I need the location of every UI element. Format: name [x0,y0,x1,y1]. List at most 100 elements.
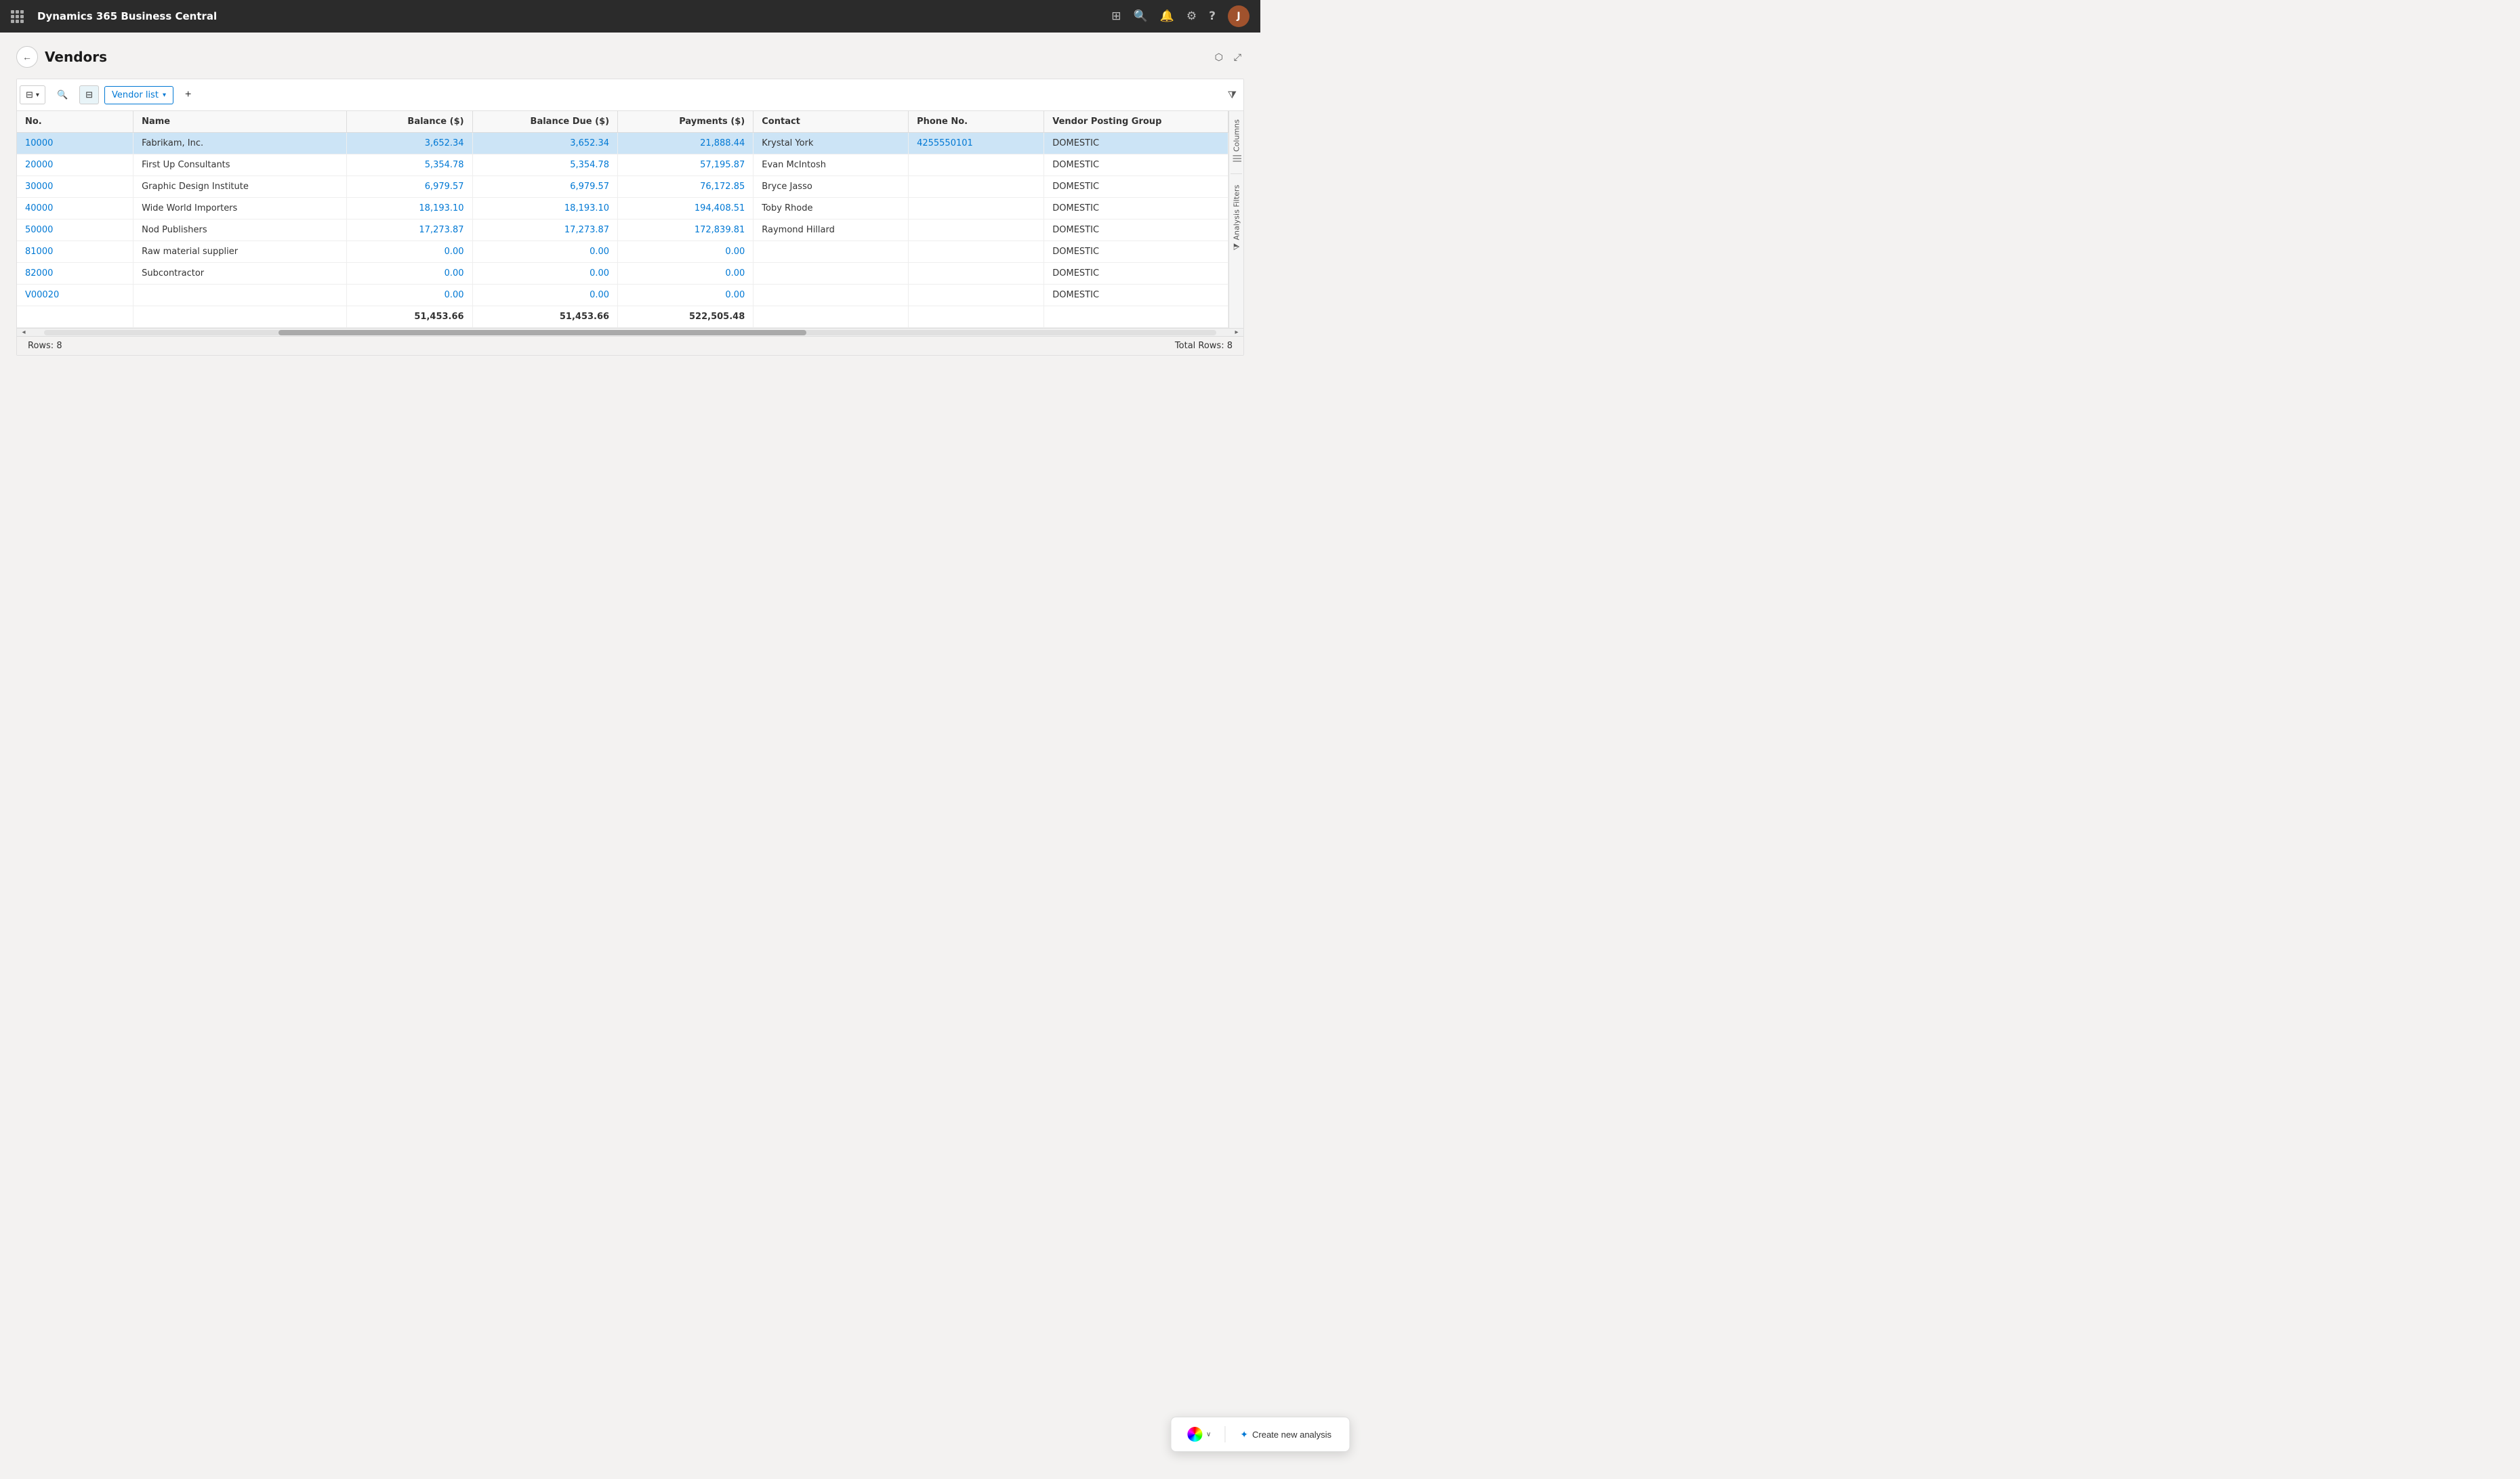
table-row[interactable]: 81000Raw material supplier0.000.000.00DO… [17,241,1228,263]
cell-no[interactable]: 81000 [17,241,133,263]
page-container: ← Vendors ⬡ ⤢ ⊟ ▾ 🔍 ⊟ Vendor list ▾ [0,33,1260,1479]
total-empty-vpg [1044,306,1228,328]
cell-payments[interactable]: 172,839.81 [618,220,753,241]
col-header-vendor-posting[interactable]: Vendor Posting Group [1044,111,1228,133]
cell-phone[interactable]: 4255550101 [909,133,1044,154]
table-row[interactable]: 50000Nod Publishers17,273.8717,273.87172… [17,220,1228,241]
scroll-track[interactable] [44,330,1216,335]
cell-no[interactable]: 10000 [17,133,133,154]
table-row[interactable]: V000200.000.000.00DOMESTIC [17,285,1228,306]
col-header-no[interactable]: No. [17,111,133,133]
notification-icon[interactable]: 🔔 [1160,9,1174,23]
cell-name: First Up Consultants [133,154,347,176]
settings-icon[interactable]: ⚙ [1186,9,1197,23]
cell-contact: Bryce Jasso [753,176,909,198]
floating-action-bar: ∨ ✦ Create new analysis [1170,1417,1350,1452]
cell-balance[interactable]: 0.00 [346,285,472,306]
cell-balance[interactable]: 18,193.10 [346,198,472,220]
cell-balance_due[interactable]: 6,979.57 [472,176,618,198]
col-header-balance[interactable]: Balance ($) [346,111,472,133]
create-analysis-label: Create new analysis [1252,1430,1331,1440]
copilot-button[interactable]: ∨ [1179,1423,1219,1446]
total-empty-phone [909,306,1044,328]
cell-phone [909,241,1044,263]
help-icon[interactable]: ? [1209,9,1216,23]
table-row[interactable]: 30000Graphic Design Institute6,979.576,9… [17,176,1228,198]
cell-balance[interactable]: 3,652.34 [346,133,472,154]
compress-icon[interactable]: ⤢ [1231,49,1244,66]
cell-balance[interactable]: 6,979.57 [346,176,472,198]
cell-no[interactable]: 40000 [17,198,133,220]
rows-count: Rows: 8 [28,341,62,351]
copilot-logo-icon [1187,1427,1202,1442]
search-icon[interactable]: 🔍 [1134,9,1148,23]
table-row[interactable]: 20000First Up Consultants5,354.785,354.7… [17,154,1228,176]
cell-balance_due[interactable]: 0.00 [472,285,618,306]
cell-payments[interactable]: 0.00 [618,263,753,285]
customize-icon[interactable]: ⊞ [1111,9,1121,23]
cell-name [133,285,347,306]
total-empty-name [133,306,347,328]
cell-no[interactable]: 82000 [17,263,133,285]
cell-payments[interactable]: 21,888.44 [618,133,753,154]
cell-no[interactable]: 30000 [17,176,133,198]
col-header-phone[interactable]: Phone No. [909,111,1044,133]
scroll-right-arrow[interactable]: ▸ [1230,329,1243,336]
vendors-table: No. Name Balance ($) Balance Due ($) Pay… [17,111,1228,328]
cell-phone [909,198,1044,220]
table-row[interactable]: 10000Fabrikam, Inc.3,652.343,652.3421,88… [17,133,1228,154]
cell-balance_due[interactable]: 17,273.87 [472,220,618,241]
col-header-balance-due[interactable]: Balance Due ($) [472,111,618,133]
cell-payments[interactable]: 57,195.87 [618,154,753,176]
cell-balance[interactable]: 0.00 [346,263,472,285]
col-header-payments[interactable]: Payments ($) [618,111,753,133]
col-header-name[interactable]: Name [133,111,347,133]
col-header-contact[interactable]: Contact [753,111,909,133]
table-row[interactable]: 82000Subcontractor0.000.000.00DOMESTIC [17,263,1228,285]
cell-balance[interactable]: 17,273.87 [346,220,472,241]
cell-no[interactable]: 50000 [17,220,133,241]
cell-balance_due[interactable]: 3,652.34 [472,133,618,154]
table-row[interactable]: 40000Wide World Importers18,193.1018,193… [17,198,1228,220]
cell-no[interactable]: V00020 [17,285,133,306]
cell-payments[interactable]: 0.00 [618,285,753,306]
total-empty-contact [753,306,909,328]
table-scroll-area[interactable]: No. Name Balance ($) Balance Due ($) Pay… [17,111,1228,328]
app-grid-icon[interactable] [11,10,24,23]
cell-vendor-posting-group: DOMESTIC [1044,220,1228,241]
cell-contact [753,285,909,306]
table-header-row: No. Name Balance ($) Balance Due ($) Pay… [17,111,1228,133]
columns-panel-btn[interactable]: ||| Columns [1231,115,1243,167]
user-avatar[interactable]: J [1228,5,1249,27]
cell-no[interactable]: 20000 [17,154,133,176]
horizontal-scrollbar[interactable]: ◂ ▸ [17,328,1243,336]
cell-balance_due[interactable]: 5,354.78 [472,154,618,176]
analysis-filters-btn[interactable]: ⧩ Analysis Filters [1231,181,1243,255]
search-button[interactable]: 🔍 [51,85,74,104]
cell-name: Subcontractor [133,263,347,285]
cell-payments[interactable]: 194,408.51 [618,198,753,220]
analysis-toggle-button[interactable]: ⊟ [79,85,99,104]
cell-balance_due[interactable]: 0.00 [472,263,618,285]
top-nav-icons: ⊞ 🔍 🔔 ⚙ ? J [1111,5,1249,27]
analysis-filters-icon: ⧩ [1232,243,1241,251]
create-analysis-button[interactable]: ✦ Create new analysis [1231,1425,1341,1444]
cell-balance[interactable]: 5,354.78 [346,154,472,176]
cell-balance_due[interactable]: 0.00 [472,241,618,263]
dropdown-chevron-icon: ▾ [163,91,166,99]
external-link-icon[interactable]: ⬡ [1212,49,1226,66]
cell-payments[interactable]: 0.00 [618,241,753,263]
view-dropdown[interactable]: Vendor list ▾ [104,86,173,104]
cell-balance_due[interactable]: 18,193.10 [472,198,618,220]
plus-icon: + [185,89,191,101]
scroll-left-arrow[interactable]: ◂ [17,329,30,336]
columns-icon: ||| [1232,154,1241,163]
cell-payments[interactable]: 76,172.85 [618,176,753,198]
back-button[interactable]: ← [16,46,38,68]
cell-balance[interactable]: 0.00 [346,241,472,263]
scroll-thumb[interactable] [278,330,806,335]
view-toggle-button[interactable]: ⊟ ▾ [20,85,45,104]
total-payments: 522,505.48 [618,306,753,328]
filter-button[interactable]: ⧩ [1224,87,1241,104]
add-view-button[interactable]: + [179,85,197,105]
